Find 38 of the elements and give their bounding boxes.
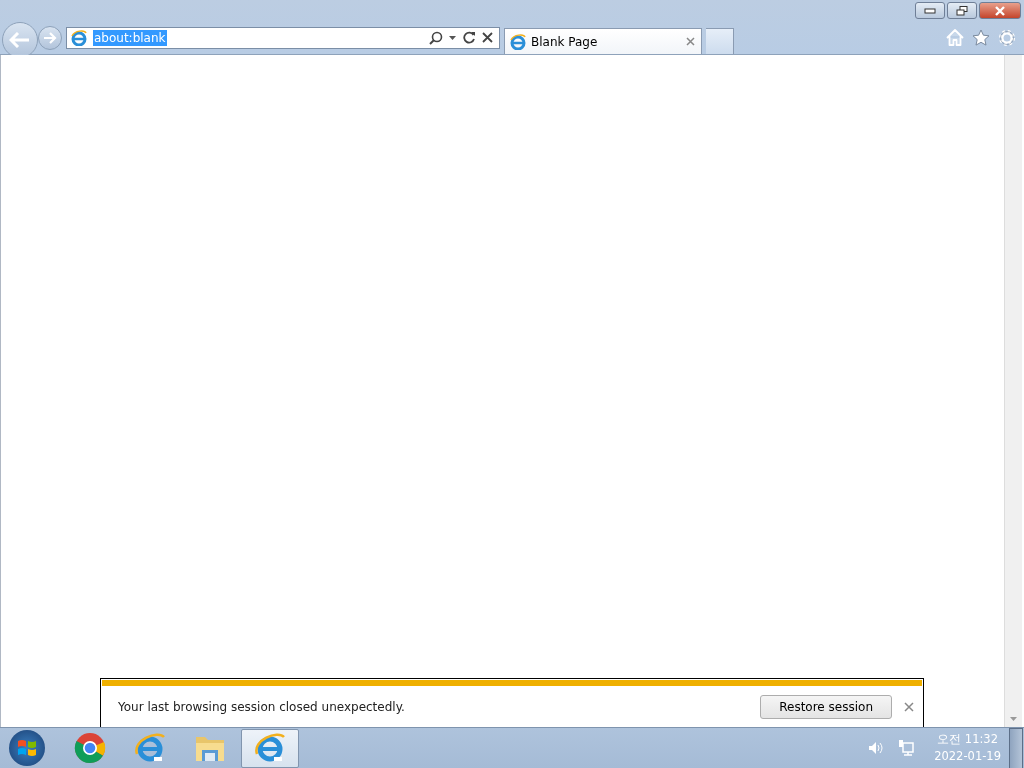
forward-arrow-icon [43, 31, 57, 44]
close-icon[interactable] [904, 701, 914, 712]
network-icon[interactable] [898, 740, 915, 756]
notification-message: Your last browsing session closed unexpectedly. [118, 699, 405, 714]
minimize-button[interactable] [915, 2, 945, 19]
start-button[interactable] [9, 730, 45, 766]
home-icon[interactable] [946, 29, 964, 46]
star-icon[interactable] [972, 29, 990, 46]
ie-icon [510, 33, 526, 50]
clock-date: 2022-01-19 [934, 748, 1001, 765]
back-button[interactable] [2, 21, 38, 58]
search-icon[interactable] [429, 30, 443, 45]
close-icon [994, 5, 1006, 16]
chrome-icon [74, 732, 106, 764]
dropdown-icon[interactable] [449, 34, 457, 41]
restore-session-button[interactable]: Restore session [760, 694, 892, 719]
minimize-icon [924, 7, 936, 14]
show-desktop-button[interactable] [1009, 727, 1023, 768]
stop-icon[interactable] [482, 32, 493, 43]
close-tab-icon[interactable] [686, 37, 695, 46]
windows-logo-icon [16, 737, 38, 759]
back-arrow-icon [9, 31, 31, 48]
scrollbar[interactable] [1004, 55, 1022, 727]
taskbar-button[interactable] [241, 728, 299, 768]
ie-icon [71, 29, 87, 46]
ie-icon [254, 732, 286, 764]
restore-icon [956, 5, 968, 16]
settings-icon[interactable] [998, 28, 1016, 47]
scroll-down-icon[interactable] [1010, 717, 1017, 721]
close-button[interactable] [979, 2, 1021, 19]
browser-tab[interactable]: Blank Page [504, 28, 702, 54]
speaker-icon[interactable] [868, 741, 885, 755]
new-tab-button[interactable] [706, 28, 734, 54]
forward-button[interactable] [38, 25, 62, 50]
refresh-icon[interactable] [463, 31, 476, 44]
clock-time: 오전 11:32 [937, 731, 998, 748]
ie-icon [134, 732, 166, 764]
restore-button[interactable] [947, 2, 977, 19]
